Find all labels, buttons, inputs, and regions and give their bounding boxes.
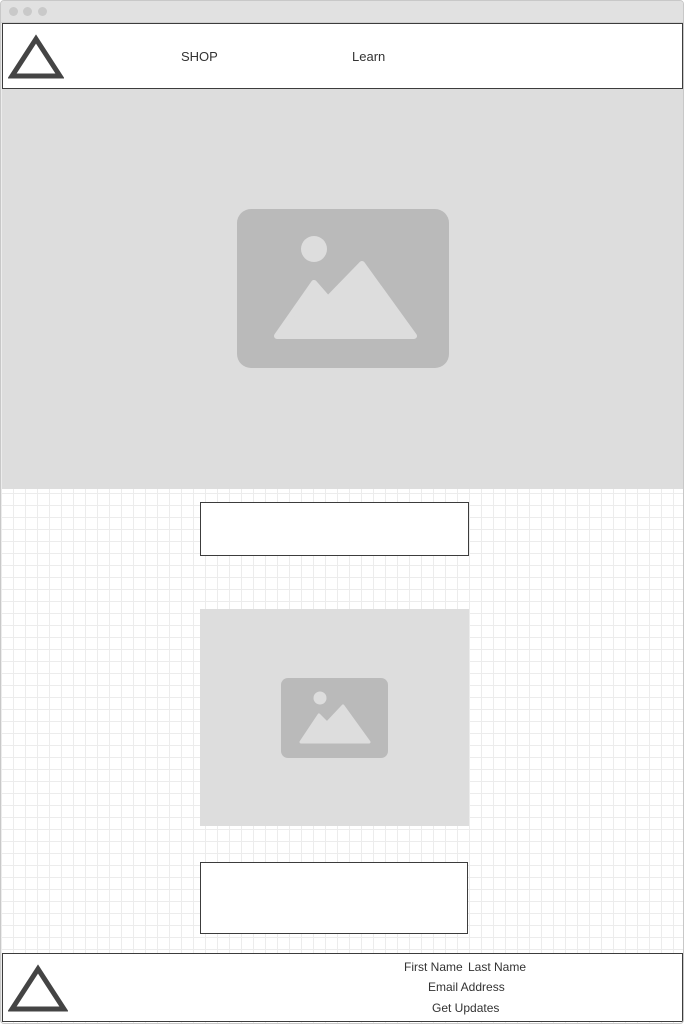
browser-window: SHOP Learn First Name Last Name Email Ad… [0,0,684,1024]
triangle-logo-icon[interactable] [8,964,68,1014]
last-name-field[interactable]: Last Name [468,960,526,974]
window-control-dot-icon[interactable] [38,7,47,16]
window-control-dot-icon[interactable] [23,7,32,16]
content-image [200,609,469,826]
nav-link-learn[interactable]: Learn [352,49,385,64]
site-header: SHOP Learn [2,23,683,89]
window-titlebar [1,1,683,23]
image-placeholder-icon [237,209,449,368]
site-footer: First Name Last Name Email Address Get U… [2,953,683,1022]
triangle-logo-icon[interactable] [8,34,64,80]
get-updates-button[interactable]: Get Updates [432,1001,499,1015]
nav-link-shop[interactable]: SHOP [181,49,218,64]
window-control-dot-icon[interactable] [9,7,18,16]
content-text-box-top [200,502,469,556]
email-field[interactable]: Email Address [428,980,505,994]
first-name-field[interactable]: First Name [404,960,463,974]
hero-image [2,89,683,489]
image-placeholder-icon [281,678,388,758]
content-text-box-bottom [200,862,468,934]
